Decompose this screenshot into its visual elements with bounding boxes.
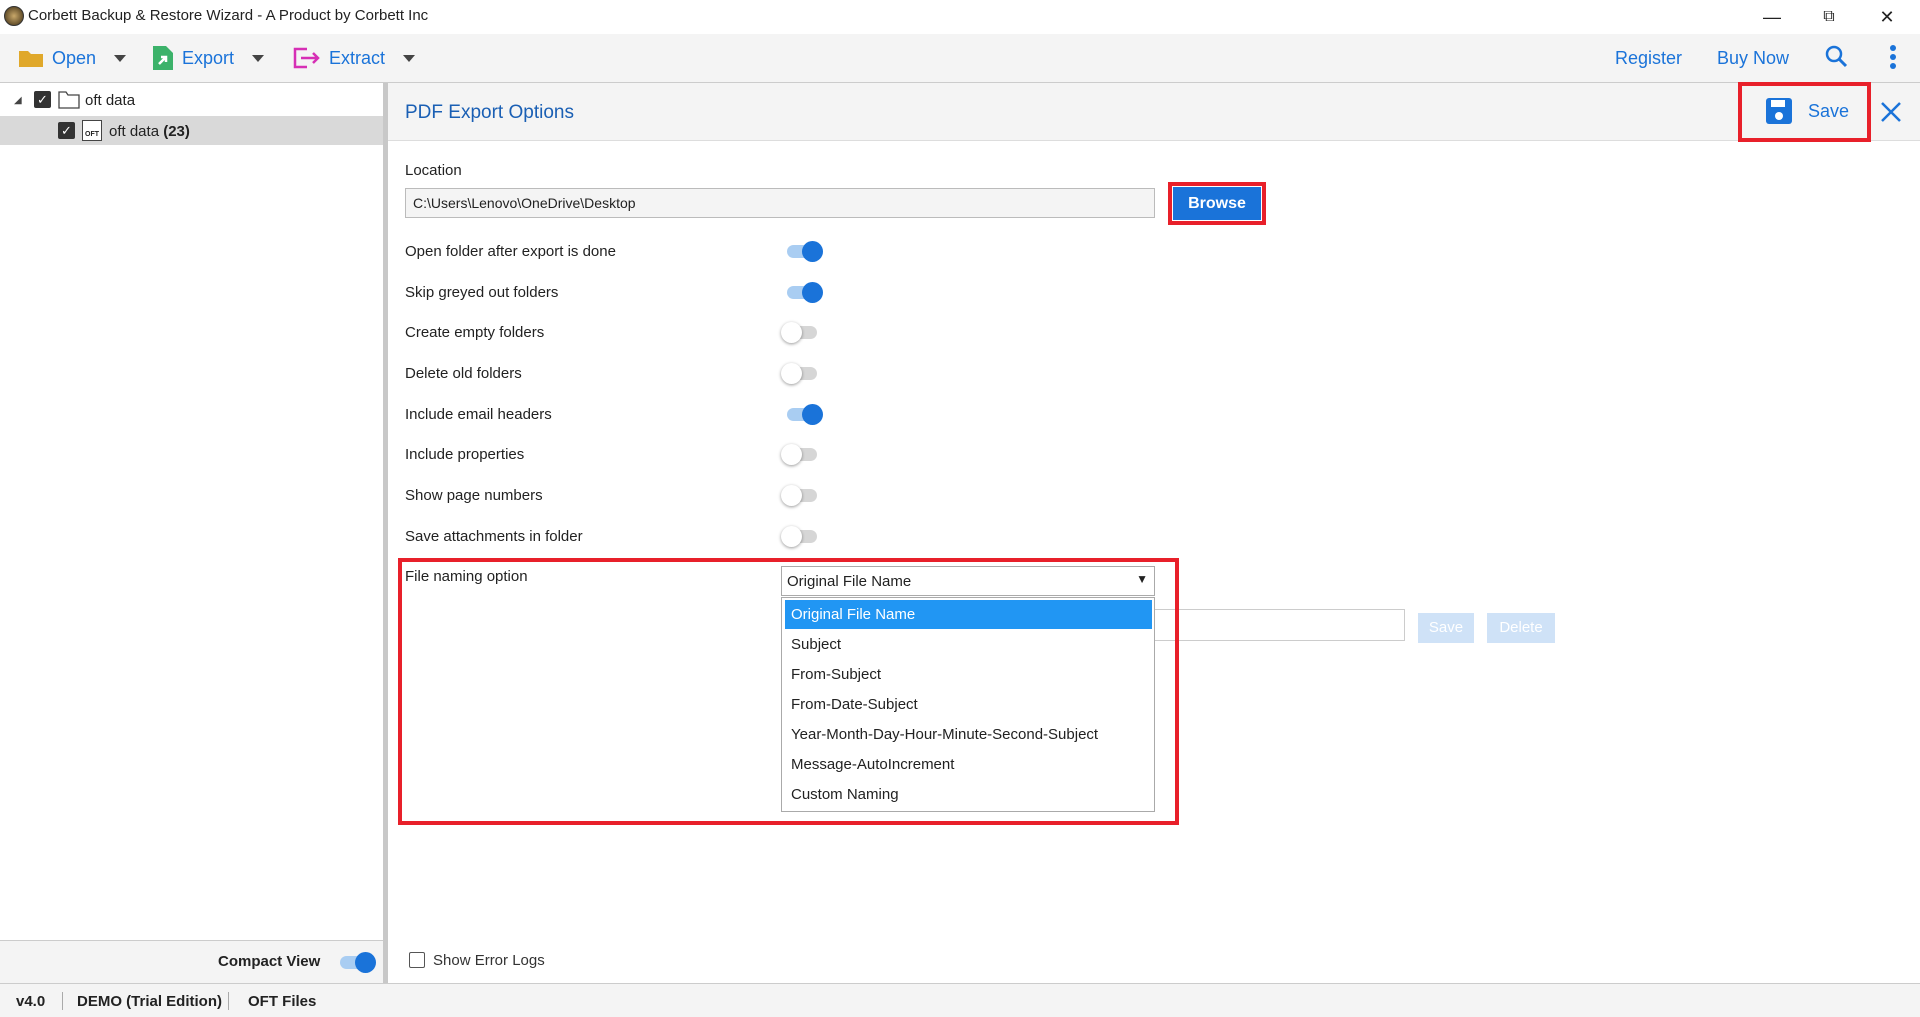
create-empty-folders-toggle[interactable] <box>781 322 819 343</box>
include-properties-toggle[interactable] <box>781 444 819 465</box>
export-file-icon <box>153 46 173 70</box>
open-folder-toggle[interactable] <box>785 241 823 262</box>
file-naming-select[interactable]: Original File Name ▼ <box>781 566 1155 596</box>
tree-root-label[interactable]: oft data <box>85 92 135 109</box>
chevron-down-icon <box>252 54 265 62</box>
naming-delete-button[interactable]: Delete <box>1487 613 1555 643</box>
page-numbers-toggle[interactable] <box>781 485 819 506</box>
custom-naming-input[interactable] <box>1155 609 1405 641</box>
delete-old-folders-toggle[interactable] <box>781 363 819 384</box>
export-label: Export <box>182 47 235 68</box>
oft-file-icon: OFT <box>82 120 102 141</box>
file-naming-label: File naming option <box>405 568 528 585</box>
naming-save-button[interactable]: Save <box>1418 613 1474 643</box>
extract-icon <box>293 47 320 69</box>
option-label: Open folder after export is done <box>405 243 616 260</box>
divider <box>228 992 229 1010</box>
tree-child-label[interactable]: oft data (23) <box>109 123 190 140</box>
app-logo-icon <box>4 6 24 26</box>
include-headers-toggle[interactable] <box>785 404 823 425</box>
export-button[interactable]: Export <box>152 44 265 72</box>
status-bar: v4.0 DEMO (Trial Edition) OFT Files <box>0 983 1920 1017</box>
file-type-text: OFT Files <box>248 993 317 1010</box>
option-label: Include properties <box>405 446 525 463</box>
selected-value: Original File Name <box>787 573 912 590</box>
chevron-down-icon <box>114 54 127 62</box>
compact-view-label: Compact View <box>218 953 321 970</box>
folder-open-icon <box>19 51 43 67</box>
dropdown-arrow-icon: ▼ <box>1136 572 1148 586</box>
version-text: v4.0 <box>16 993 46 1010</box>
search-icon[interactable] <box>1825 45 1849 69</box>
edition-text: DEMO (Trial Edition) <box>77 993 222 1010</box>
panel-header: PDF Export Options Save <box>388 82 1920 142</box>
dropdown-option[interactable]: From-Date-Subject <box>785 690 1152 719</box>
extract-button[interactable]: Extract <box>293 44 416 72</box>
chevron-down-icon <box>403 54 416 62</box>
open-label: Open <box>52 47 97 68</box>
option-label: Create empty folders <box>405 324 545 341</box>
show-error-logs-label: Show Error Logs <box>433 952 545 969</box>
location-label: Location <box>405 162 462 179</box>
folder-icon <box>58 91 80 109</box>
root-checkbox[interactable]: ✓ <box>34 91 51 108</box>
option-label: Skip greyed out folders <box>405 284 559 301</box>
option-label: Delete old folders <box>405 365 522 382</box>
dropdown-option-selected[interactable]: Original File Name <box>785 600 1152 629</box>
compact-view-toggle[interactable] <box>338 952 376 973</box>
browse-button[interactable]: Browse <box>1173 187 1261 220</box>
floppy-disk-icon <box>1766 98 1792 124</box>
panel-splitter[interactable] <box>383 83 388 983</box>
compact-view-bar: Compact View <box>0 940 383 983</box>
option-label: Save attachments in folder <box>405 528 583 545</box>
expand-arrow-icon[interactable]: ◢ <box>14 95 22 106</box>
save-button[interactable]: Save <box>1766 98 1849 124</box>
location-input[interactable] <box>405 188 1155 218</box>
tree-child-name: oft data <box>109 123 160 140</box>
title-bar: Corbett Backup & Restore Wizard - A Prod… <box>0 0 1920 34</box>
save-attachments-toggle[interactable] <box>781 526 819 547</box>
file-naming-dropdown: Original File Name Subject From-Subject … <box>781 597 1155 812</box>
dropdown-option[interactable]: Custom Naming <box>785 780 1152 809</box>
close-panel-icon[interactable] <box>1880 101 1902 123</box>
minimize-icon[interactable]: — <box>1749 2 1795 32</box>
skip-greyed-toggle[interactable] <box>785 282 823 303</box>
dropdown-option[interactable]: Subject <box>785 630 1152 659</box>
open-button[interactable]: Open <box>18 44 127 72</box>
buy-now-link[interactable]: Buy Now <box>1717 44 1789 72</box>
window-title: Corbett Backup & Restore Wizard - A Prod… <box>28 7 429 24</box>
toolbar: Open Export Extract Register Buy Now <box>0 34 1920 83</box>
register-link[interactable]: Register <box>1615 44 1682 72</box>
option-label: Show page numbers <box>405 487 543 504</box>
show-error-logs-checkbox[interactable] <box>409 952 425 968</box>
dropdown-option[interactable]: Year-Month-Day-Hour-Minute-Second-Subjec… <box>785 720 1152 749</box>
divider <box>62 992 63 1010</box>
folder-tree-panel: ◢ ✓ oft data ✓ OFT oft data (23) Compact… <box>0 83 383 983</box>
close-window-icon[interactable]: ✕ <box>1864 2 1910 32</box>
save-label: Save <box>1808 100 1850 121</box>
dropdown-option[interactable]: Message-AutoIncrement <box>785 750 1152 779</box>
tree-child-count: (23) <box>163 123 190 140</box>
dropdown-option[interactable]: From-Subject <box>785 660 1152 689</box>
restore-icon[interactable]: ⧉ <box>1806 2 1852 32</box>
option-label: Include email headers <box>405 406 552 423</box>
more-options-icon[interactable] <box>1888 44 1898 70</box>
extract-label: Extract <box>329 47 386 68</box>
child-checkbox[interactable]: ✓ <box>58 122 75 139</box>
panel-title: PDF Export Options <box>405 102 574 123</box>
